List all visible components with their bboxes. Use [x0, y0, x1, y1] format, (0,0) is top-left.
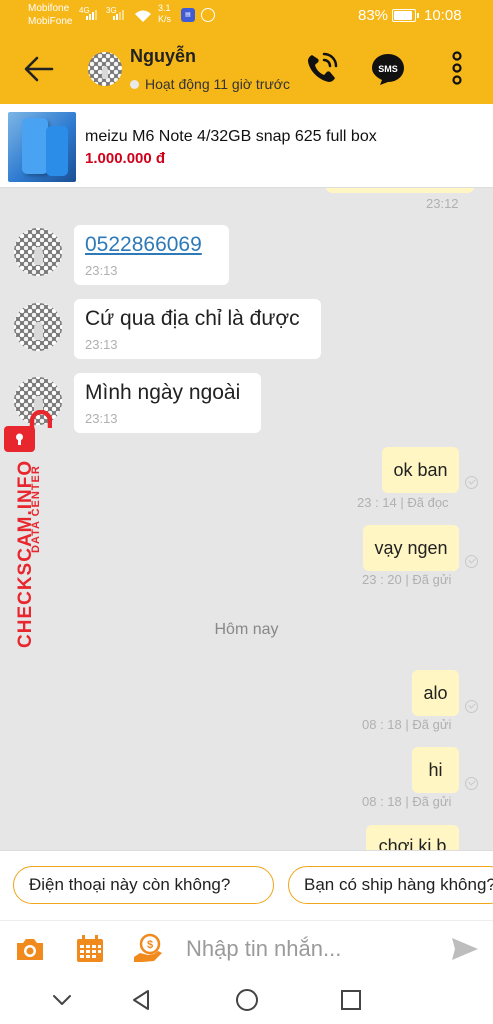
- sent-check-icon: [465, 700, 478, 713]
- presence-text: Hoạt động 11 giờ trước: [145, 76, 290, 92]
- outgoing-message[interactable]: hi: [412, 747, 459, 793]
- status-bar: Mobifone MobiFone 4G 3G 3.1 K/s ▤ 83% 10…: [0, 0, 493, 32]
- message-meta: 23 : 14 | Đã đọc: [357, 495, 449, 510]
- outgoing-message[interactable]: alo: [412, 670, 459, 716]
- message-text: chơi ki b: [378, 836, 447, 850]
- chat-header: Nguyễn Hoạt động 11 giờ trước SMS: [0, 32, 493, 104]
- message-text: hi: [428, 760, 443, 780]
- contact-avatar[interactable]: [88, 52, 122, 86]
- svg-text:$: $: [147, 939, 153, 951]
- sender-avatar[interactable]: [14, 228, 62, 276]
- phone-number-link[interactable]: 0522866069: [85, 233, 202, 257]
- camera-icon[interactable]: [14, 933, 46, 965]
- read-check-icon: [465, 476, 478, 489]
- message-time: 23:13: [85, 263, 118, 278]
- message-meta: 08 : 18 | Đã gửi: [362, 794, 452, 809]
- more-options-icon[interactable]: [446, 50, 468, 86]
- message-meta: 08 : 18 | Đã gửi: [362, 717, 452, 732]
- outgoing-message[interactable]: chơi ki b: [366, 825, 459, 850]
- system-nav-bar: [0, 976, 493, 1024]
- message-text: Mình ngày ngoài: [85, 381, 241, 404]
- message-input-bar: $: [0, 920, 493, 976]
- signal-1-icon: [86, 10, 97, 20]
- sender-avatar[interactable]: [14, 303, 62, 351]
- calendar-icon[interactable]: [74, 933, 106, 965]
- battery-icon: [392, 9, 419, 22]
- quick-replies: Điện thoại này còn không? Bạn có ship hà…: [0, 850, 493, 920]
- sms-bubble-icon[interactable]: SMS: [370, 52, 406, 86]
- message-meta: 23 : 20 | Đã gửi: [362, 572, 452, 587]
- presence-status: Hoạt động 11 giờ trước: [130, 76, 290, 92]
- incoming-message[interactable]: Mình ngày ngoài 23:13: [74, 373, 261, 433]
- message-input[interactable]: [186, 931, 436, 967]
- watermark-subtext: DATA CENTER: [30, 465, 42, 553]
- message-time: 23:12: [426, 196, 459, 211]
- message-time: 23:13: [85, 411, 118, 426]
- carrier-1: Mobifone: [28, 3, 70, 14]
- message-text: alo: [423, 683, 448, 703]
- nav-recents-icon[interactable]: [337, 986, 365, 1014]
- carrier-2: MobiFone: [28, 16, 73, 27]
- outgoing-message[interactable]: ok ban: [382, 447, 459, 493]
- presence-dot-icon: [130, 80, 139, 89]
- date-separator: Hôm nay: [214, 621, 279, 638]
- network-speed: 3.1 K/s: [158, 3, 171, 25]
- nav-back-icon[interactable]: [128, 986, 156, 1014]
- speed-unit: K/s: [158, 14, 172, 24]
- back-arrow-icon[interactable]: [22, 52, 56, 86]
- incoming-message[interactable]: Cứ qua địa chỉ là được 23:13: [74, 299, 321, 359]
- nav-home-icon[interactable]: [233, 986, 261, 1014]
- sent-check-icon: [465, 555, 478, 568]
- carrier-labels: Mobifone MobiFone: [28, 2, 72, 28]
- chat-messages[interactable]: 23:12 0522866069 23:13 Cứ qua địa chỉ là…: [0, 188, 493, 850]
- battery-percent: 83%: [358, 7, 389, 24]
- quick-reply-chip[interactable]: Bạn có ship hàng không?: [288, 866, 493, 904]
- quick-reply-chip[interactable]: Điện thoại này còn không?: [13, 866, 274, 904]
- payment-hand-icon[interactable]: $: [132, 933, 164, 965]
- send-icon[interactable]: [450, 935, 480, 963]
- nav-hide-keyboard-icon[interactable]: [48, 986, 76, 1014]
- clock: 10:08: [424, 7, 462, 24]
- notification-app-icon: ▤: [181, 8, 195, 22]
- signal-2-icon: [113, 10, 124, 20]
- previous-outgoing-bubble: [325, 188, 475, 193]
- product-thumbnail[interactable]: [8, 112, 76, 182]
- incoming-message[interactable]: 0522866069 23:13: [74, 225, 229, 285]
- notification-circle-icon: [201, 8, 215, 22]
- message-time: 23:13: [85, 337, 118, 352]
- product-card[interactable]: meizu M6 Note 4/32GB snap 625 full box 1…: [0, 104, 493, 188]
- sms-label: SMS: [378, 64, 398, 74]
- message-text: vạy ngen: [374, 538, 448, 558]
- speed-value: 3.1: [158, 3, 171, 13]
- wifi-icon: [135, 10, 151, 22]
- contact-name[interactable]: Nguyễn: [130, 46, 196, 67]
- watermark-lock-icon: [4, 410, 52, 452]
- product-title: meizu M6 Note 4/32GB snap 625 full box: [85, 128, 377, 145]
- sent-check-icon: [465, 777, 478, 790]
- phone-call-icon[interactable]: [304, 50, 340, 86]
- message-text: Cứ qua địa chỉ là được: [85, 307, 300, 330]
- outgoing-message[interactable]: vạy ngen: [363, 525, 459, 571]
- message-text: ok ban: [393, 460, 448, 480]
- product-price: 1.000.000 đ: [85, 150, 166, 167]
